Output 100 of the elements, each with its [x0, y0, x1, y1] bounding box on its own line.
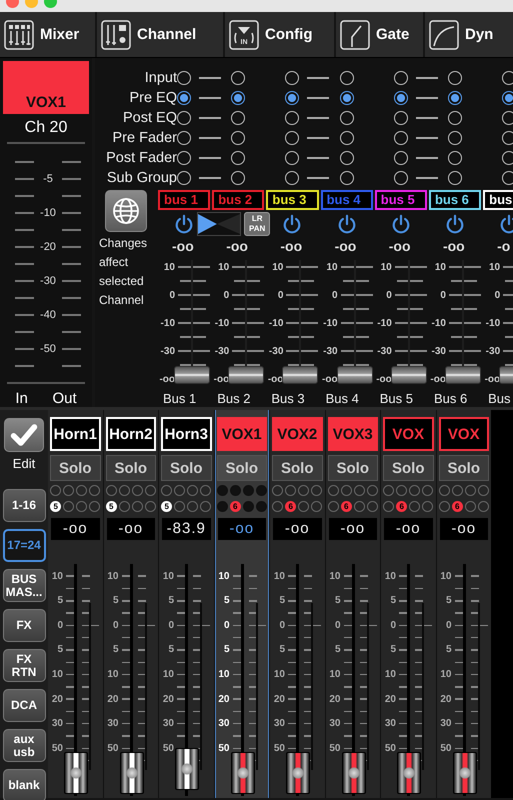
radio-button[interactable]: [502, 171, 513, 185]
scale-label: 5: [222, 595, 230, 606]
bus-label[interactable]: bus 3: [266, 190, 319, 210]
radio-button[interactable]: [231, 131, 246, 145]
power-icon[interactable]: [445, 214, 466, 234]
fader-handle[interactable]: [390, 366, 427, 384]
radio-button[interactable]: [285, 91, 300, 105]
radio-button[interactable]: [448, 111, 462, 125]
radio-button[interactable]: [340, 71, 354, 85]
radio-button[interactable]: [502, 91, 513, 105]
radio-button[interactable]: [448, 91, 462, 105]
bank-button[interactable]: FX: [2, 609, 46, 642]
radio-button[interactable]: [394, 91, 408, 105]
radio-button[interactable]: [394, 131, 408, 145]
radio-button[interactable]: [394, 171, 408, 185]
bus-label[interactable]: bus 4: [320, 190, 373, 210]
bank-button[interactable]: 17=24: [2, 529, 46, 562]
solo-button[interactable]: Solo: [438, 455, 489, 482]
pan-mode-button[interactable]: LR PAN: [244, 212, 270, 236]
radio-button[interactable]: [177, 91, 191, 105]
globe-button[interactable]: [105, 190, 147, 232]
radio-button[interactable]: [394, 71, 408, 85]
radio-button[interactable]: [502, 71, 513, 85]
radio-button[interactable]: [177, 131, 191, 145]
power-icon[interactable]: [336, 214, 357, 234]
radio-button[interactable]: [340, 171, 354, 185]
fader-handle[interactable]: [64, 752, 88, 794]
radio-button[interactable]: [502, 131, 513, 145]
solo-button[interactable]: Solo: [216, 455, 267, 482]
solo-button[interactable]: Solo: [383, 455, 434, 482]
fader-handle[interactable]: [120, 752, 144, 794]
radio-button[interactable]: [448, 171, 462, 185]
bank-button[interactable]: DCA: [2, 689, 46, 722]
dot-indicator: [187, 485, 198, 496]
radio-button[interactable]: [394, 111, 408, 125]
channel-name[interactable]: VOX: [438, 417, 489, 452]
radio-button[interactable]: [177, 71, 191, 85]
fader-handle[interactable]: [230, 752, 254, 794]
radio-button[interactable]: [231, 151, 246, 165]
radio-button[interactable]: [285, 171, 300, 185]
fader-handle[interactable]: [397, 752, 421, 794]
channel-name[interactable]: Horn3: [161, 417, 212, 452]
fader-handle[interactable]: [452, 752, 476, 794]
power-icon[interactable]: [174, 214, 194, 234]
bus-label[interactable]: bus 1: [158, 190, 210, 210]
fader-handle[interactable]: [228, 366, 264, 384]
radio-button[interactable]: [340, 151, 354, 165]
fader-handle[interactable]: [286, 752, 310, 794]
solo-button[interactable]: Solo: [328, 455, 378, 482]
solo-button[interactable]: Solo: [106, 455, 156, 482]
fader-handle[interactable]: [342, 752, 366, 794]
channel-name[interactable]: VOX1: [216, 417, 267, 452]
radio-button[interactable]: [394, 151, 408, 165]
channel-name[interactable]: VOX3: [328, 417, 378, 452]
radio-button[interactable]: [502, 111, 513, 125]
level-readout: -oo: [225, 237, 249, 256]
radio-button[interactable]: [448, 131, 462, 145]
fader-handle[interactable]: [174, 366, 210, 384]
radio-button[interactable]: [340, 111, 354, 125]
fader-handle[interactable]: [336, 366, 373, 384]
radio-button[interactable]: [448, 71, 462, 85]
channel-name[interactable]: VOX2: [272, 417, 322, 452]
channel-name[interactable]: VOX: [383, 417, 434, 452]
bus-label[interactable]: bus 6: [428, 190, 482, 210]
radio-button[interactable]: [285, 131, 300, 145]
fader-handle[interactable]: [282, 366, 318, 384]
radio-button[interactable]: [177, 151, 191, 165]
edit-button[interactable]: [4, 418, 44, 452]
radio-button[interactable]: [285, 111, 300, 125]
radio-button[interactable]: [285, 151, 300, 165]
radio-button[interactable]: [340, 91, 354, 105]
radio-button[interactable]: [231, 111, 246, 125]
pan-slider[interactable]: [197, 212, 242, 236]
bank-button[interactable]: FX RTN: [2, 649, 46, 682]
power-icon[interactable]: [499, 214, 513, 234]
radio-button[interactable]: [177, 111, 191, 125]
channel-name[interactable]: Horn1: [50, 417, 100, 452]
radio-button[interactable]: [231, 171, 246, 185]
power-icon[interactable]: [282, 214, 302, 234]
radio-button[interactable]: [340, 131, 354, 145]
bus-label[interactable]: bus: [483, 190, 513, 210]
solo-button[interactable]: Solo: [50, 455, 100, 482]
radio-button[interactable]: [177, 171, 191, 185]
fader-handle[interactable]: [175, 748, 199, 790]
bus-label[interactable]: bus 2: [212, 190, 264, 210]
radio-button[interactable]: [231, 71, 246, 85]
solo-button[interactable]: Solo: [272, 455, 322, 482]
radio-button[interactable]: [502, 151, 513, 165]
power-icon[interactable]: [390, 214, 411, 234]
radio-button[interactable]: [231, 91, 246, 105]
radio-button[interactable]: [285, 71, 300, 85]
fader-handle[interactable]: [444, 366, 481, 384]
bus-label[interactable]: bus 5: [374, 190, 427, 210]
bank-button[interactable]: aux usb: [2, 729, 46, 762]
radio-button[interactable]: [448, 151, 462, 165]
bank-button[interactable]: 1-16: [2, 489, 46, 522]
channel-name[interactable]: Horn2: [106, 417, 156, 452]
bank-button[interactable]: blank: [2, 769, 46, 800]
bank-button[interactable]: BUS MAS...: [2, 569, 46, 602]
solo-button[interactable]: Solo: [161, 455, 212, 482]
